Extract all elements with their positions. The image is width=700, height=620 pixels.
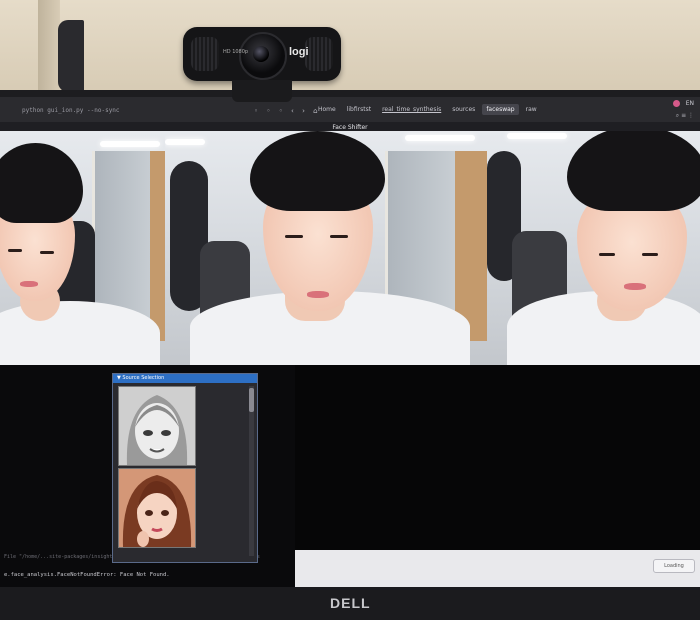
breadcrumb-faceswap[interactable]: faceswap [482,104,519,115]
ceiling-light [165,139,205,145]
breadcrumb-libfirstst[interactable]: libfirstst [343,104,375,115]
webcam-logo: logi [289,46,309,58]
loading-indicator: Loading [653,559,695,573]
wall-post [38,0,60,100]
video-panel-preview [487,131,700,365]
lips [624,283,646,290]
webcam-lens [253,46,269,62]
status-strip [295,550,700,587]
cartoon-face-color [119,469,195,547]
lips [307,291,329,298]
breadcrumb-sources[interactable]: sources [448,104,479,115]
source-thumbnail-2[interactable] [118,468,196,548]
source-scrollbar[interactable] [249,386,254,556]
eye [330,235,348,238]
lips [20,281,38,287]
ceiling-light [405,135,475,141]
monitor-brand-logo: DELL [330,595,371,611]
source-thumbnail-1[interactable] [118,386,196,466]
eye [40,251,54,254]
chair-back [58,20,84,92]
breadcrumb-raw[interactable]: raw [522,104,541,115]
terminal-error-line: e.face_analysis.FaceNotFoundError: Face … [4,572,170,578]
video-panel-original [0,131,165,365]
source-selection-title[interactable]: ▼ Source Selection [113,374,257,383]
system-tray: EN [672,100,694,107]
tray-icons[interactable]: ⌕ ≡ ⋮ [676,112,694,120]
wood-panel [150,151,165,341]
language-indicator[interactable]: EN [686,100,694,107]
ceiling-light [100,141,160,147]
source-selection-dialog: ▼ Source Selection [112,373,258,563]
eye [599,253,615,256]
breadcrumb: Home libfirstst real_time_synthesis sour… [314,104,541,115]
nav-buttons[interactable]: ◦ ◦ ◦ ‹ › ⌂ [254,107,321,115]
terminal-title[interactable]: python gui_ion.py --no-sync [22,107,120,114]
webcam-resolution-badge: HD 1080p [223,49,249,55]
video-panel-swapped [165,131,487,365]
hair [567,131,700,211]
eye [285,235,303,238]
webcam: HD 1080p logi [183,27,341,81]
desktop-bottom: File "/home/...site-packages/insightface… [0,365,700,587]
cartoon-face-gray [119,387,195,465]
monitor-screen: python gui_ion.py --no-sync ◦ ◦ ◦ ‹ › ⌂ … [0,97,700,587]
eye [642,253,658,256]
video-feed [0,131,700,365]
scrollbar-thumb[interactable] [249,388,254,412]
webcam-mount [232,80,292,102]
webcam-grille-right [305,37,333,71]
eye [8,249,22,252]
webcam-grille-left [191,37,219,71]
ceiling-light [507,133,567,139]
glass-partition [92,151,158,321]
app-indicator-icon[interactable] [672,100,680,107]
breadcrumb-home[interactable]: Home [314,104,340,115]
wall-background [0,0,700,100]
wood-panel [455,151,487,341]
breadcrumb-real-time-synthesis[interactable]: real_time_synthesis [378,104,445,115]
